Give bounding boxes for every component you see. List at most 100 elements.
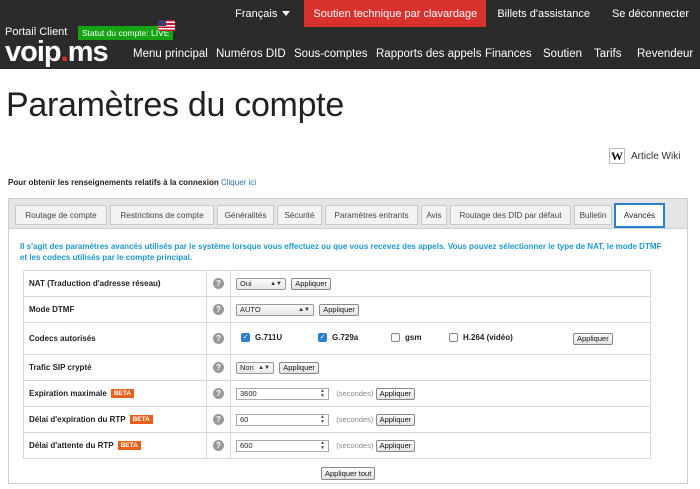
advanced-settings-table: NAT (Traduction d'adresse réseau) ? Oui ▲… [23, 270, 651, 459]
max-expiry-apply-button[interactable]: Appliquer [375, 387, 416, 400]
sip-encrypt-select[interactable]: Non ▲▼ [236, 361, 274, 374]
language-selector[interactable]: Français [224, 0, 304, 27]
help-icon[interactable]: ? [213, 278, 224, 289]
tickets-link[interactable]: Billets d'assistance [486, 0, 601, 27]
codec-g729a[interactable]: ✓ G.729a [318, 332, 358, 342]
row-rtp-expiry: Délai d'expiration du RTP BETA ? 60 ▲ ▼ (se… [23, 406, 651, 433]
select-arrow-icon: ▲▼ [298, 306, 310, 313]
connection-info: Pour obtenir les renseignements relatifs… [8, 178, 256, 187]
help-icon[interactable]: ? [213, 440, 224, 451]
nat-label: NAT (Traduction d'adresse réseau) [23, 270, 207, 297]
support-chat-label: Soutien technique par clavardage [313, 7, 478, 20]
help-icon[interactable]: ? [213, 333, 224, 344]
rtp-expiry-input[interactable]: 60 ▲ ▼ [236, 413, 329, 426]
wiki-article-link[interactable]: W Article Wiki [609, 148, 680, 164]
sip-encrypt-help: ? [206, 354, 231, 381]
row-dtmf: Mode DTMF ? AUTO ▲▼ Appliquer [23, 296, 651, 323]
nav-item-rapports-appels[interactable]: Rapports des appels [376, 48, 481, 60]
sip-encrypt-label: Trafic SIP crypté [23, 354, 207, 381]
tab-bulletin[interactable]: Bulletin [574, 205, 612, 225]
rtp-hold-unit: (secondes) [336, 441, 374, 450]
help-icon[interactable]: ? [213, 388, 224, 399]
wiki-label: Article Wiki [631, 150, 681, 162]
intro-text: Il s'agit des paramètres avancés utilisé… [20, 242, 662, 262]
row-rtp-hold: Délai d'attente du RTP BETA ? 600 ▲ ▼ (seco… [23, 432, 651, 459]
nav-item-menu-principal[interactable]: Menu principal [133, 48, 208, 60]
logo[interactable]: voip.ms [5, 36, 109, 68]
codec-g711u[interactable]: ✓ G.711U [241, 332, 282, 342]
help-icon[interactable]: ? [213, 414, 224, 425]
codecs-value-cell: ✓ G.711U ✓ G.729a gsm H.264 (vidéo) Appliq… [230, 322, 651, 355]
checkbox-checked-icon[interactable]: ✓ [318, 332, 327, 342]
tab-avances[interactable]: Avancés [614, 203, 665, 228]
dtmf-select-value: AUTO [240, 305, 261, 314]
dtmf-select[interactable]: AUTO ▲▼ [236, 303, 314, 316]
rtp-hold-value-cell: 600 ▲ ▼ (secondes) Appliquer [230, 432, 651, 459]
checkbox-checked-icon[interactable]: ✓ [241, 332, 250, 342]
nav-item-revendeur[interactable]: Revendeur [637, 48, 693, 60]
sip-encrypt-value-cell: Non ▲▼ Appliquer [230, 354, 651, 381]
connection-info-text: Pour obtenir les renseignements relatifs… [8, 178, 219, 187]
nav-item-soutien[interactable]: Soutien [543, 48, 582, 60]
max-expiry-input[interactable]: 3600 ▲ ▼ [236, 387, 329, 400]
nav-item-sous-comptes[interactable]: Sous-comptes [294, 48, 368, 60]
nat-apply-button[interactable]: Appliquer [291, 277, 331, 290]
dtmf-apply-button[interactable]: Appliquer [319, 303, 359, 316]
select-arrow-icon: ▲▼ [258, 364, 270, 371]
rtp-expiry-label-cell: Délai d'expiration du RTP BETA [23, 406, 207, 433]
brand[interactable]: Portail Client voip.ms [5, 26, 109, 67]
row-nat: NAT (Traduction d'adresse réseau) ? Oui ▲… [23, 270, 651, 297]
nat-select-value: Oui [240, 279, 252, 288]
nav-item-tarifs[interactable]: Tarifs [594, 48, 621, 60]
dtmf-value-cell: AUTO ▲▼ Appliquer [230, 296, 651, 323]
help-icon[interactable]: ? [213, 304, 224, 315]
max-expiry-help: ? [206, 380, 231, 407]
spinner-icon[interactable]: ▲ ▼ [320, 414, 325, 425]
rtp-hold-help: ? [206, 432, 231, 459]
apply-all-button[interactable]: Appliquer tout [321, 467, 376, 480]
tab-routage-did[interactable]: Routage des DID par défaut [450, 205, 571, 225]
connection-info-link[interactable]: Cliquer ici [221, 178, 256, 187]
sip-encrypt-apply-button[interactable]: Appliquer [279, 361, 319, 374]
nav-item-numeros-did[interactable]: Numéros DID [216, 48, 286, 60]
tab-avis[interactable]: Avis [421, 205, 447, 225]
rtp-hold-value: 600 [240, 441, 253, 450]
tab-parametres-entrants[interactable]: Paramètres entrants [325, 205, 418, 225]
logout-label: Se déconnecter [611, 7, 689, 20]
help-icon[interactable]: ? [213, 362, 224, 373]
logo-text-1: voip [5, 36, 62, 68]
rtp-hold-label: Délai d'attente du RTP [29, 441, 114, 450]
checkbox-unchecked-icon[interactable] [449, 332, 458, 342]
top-header: Français Soutien technique par clavardag… [0, 0, 700, 69]
rtp-hold-apply-button[interactable]: Appliquer [375, 439, 416, 452]
tab-generalites[interactable]: Généralités [217, 205, 274, 225]
logout-link[interactable]: Se déconnecter [601, 0, 700, 27]
spinner-icon[interactable]: ▲ ▼ [320, 388, 325, 399]
nav-item-finances[interactable]: Finances [485, 48, 532, 60]
flag-canton [158, 20, 166, 26]
logo-text-2: ms [67, 36, 109, 68]
rtp-expiry-label: Délai d'expiration du RTP [29, 415, 126, 424]
nat-select[interactable]: Oui ▲▼ [236, 277, 286, 290]
tab-strip: Routage de compte Restrictions de compte… [9, 199, 687, 229]
tab-routage-compte[interactable]: Routage de compte [15, 205, 107, 225]
codecs-help: ? [206, 322, 231, 355]
us-flag-icon[interactable] [158, 20, 175, 31]
rtp-expiry-value-cell: 60 ▲ ▼ (secondes) Appliquer [230, 406, 651, 433]
nat-value-cell: Oui ▲▼ Appliquer [230, 270, 651, 297]
checkbox-unchecked-icon[interactable] [391, 332, 400, 342]
rtp-expiry-value: 60 [240, 415, 249, 424]
codec-h264[interactable]: H.264 (vidéo) [449, 332, 513, 342]
codecs-apply-button[interactable]: Appliquer [573, 332, 613, 345]
support-chat-button[interactable]: Soutien technique par clavardage [304, 0, 487, 27]
codec-gsm[interactable]: gsm [391, 332, 421, 342]
tab-restrictions-compte[interactable]: Restrictions de compte [110, 205, 214, 225]
row-sip-encrypt: Trafic SIP crypté ? Non ▲▼ Appliquer [23, 354, 651, 381]
utility-bar: Français Soutien technique par clavardag… [224, 0, 700, 27]
rtp-hold-input[interactable]: 600 ▲ ▼ [236, 439, 329, 452]
tab-securite[interactable]: Sécurité [277, 205, 322, 225]
max-expiry-value: 3600 [240, 389, 257, 398]
rtp-hold-label-cell: Délai d'attente du RTP BETA [23, 432, 207, 459]
spinner-icon[interactable]: ▲ ▼ [320, 440, 325, 451]
rtp-expiry-apply-button[interactable]: Appliquer [375, 413, 416, 426]
